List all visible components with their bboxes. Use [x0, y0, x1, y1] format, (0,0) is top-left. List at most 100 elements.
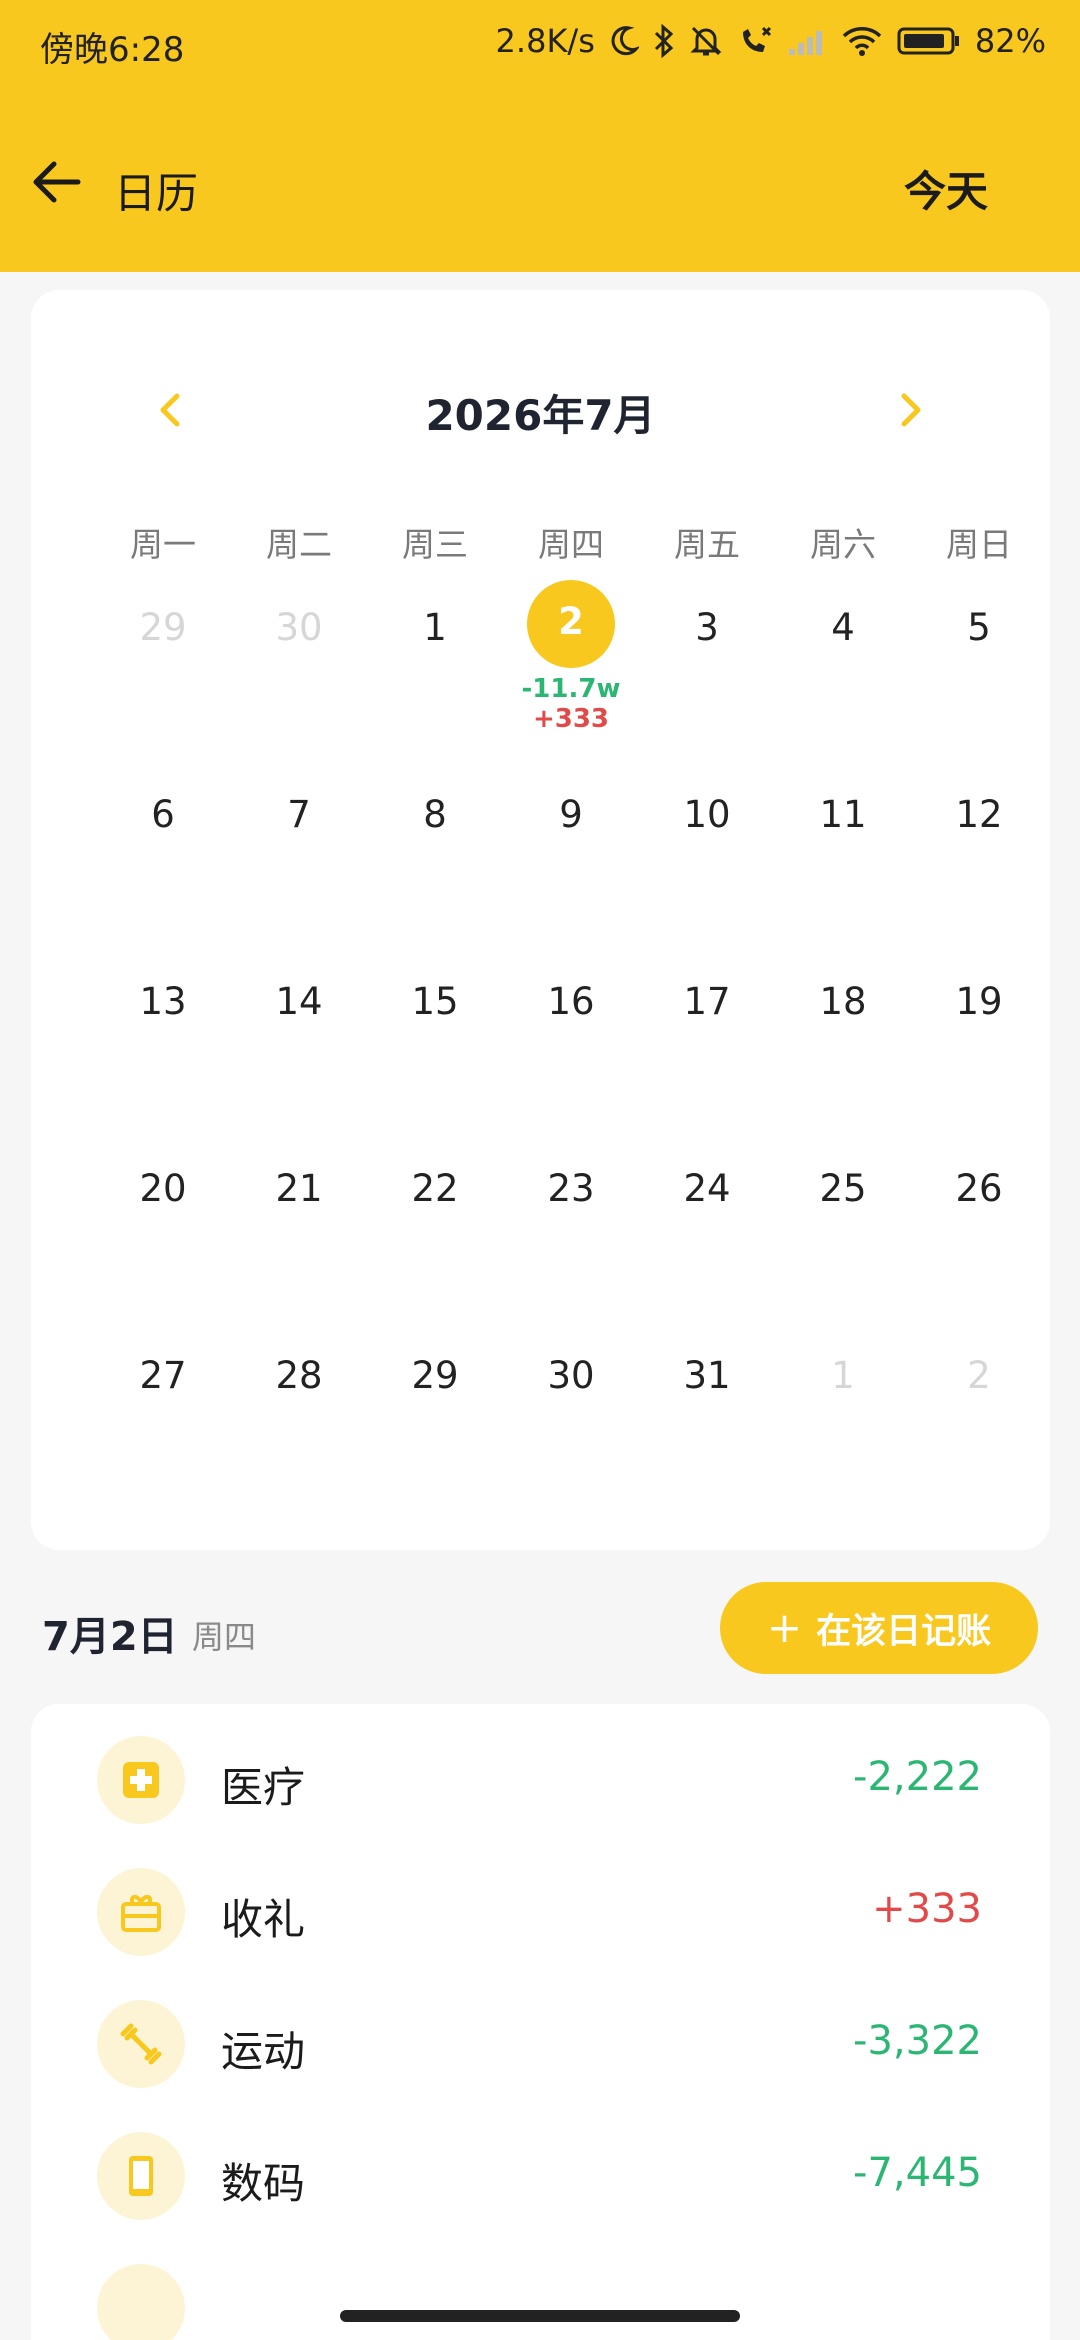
- record-amount: -2,222: [853, 1754, 982, 1800]
- gift-icon: [121, 1895, 161, 1932]
- app-header: 傍晚6:28 2.8K/s 82% 日历 今天: [0, 0, 1080, 272]
- list-item[interactable]: [31, 2252, 1050, 2340]
- phone-icon: [129, 2156, 153, 2196]
- back-arrow-icon[interactable]: [30, 156, 82, 208]
- calendar-day[interactable]: 12: [911, 767, 1047, 954]
- calendar-day-selected[interactable]: 2 -11.7w +333: [503, 580, 639, 767]
- day-number: 17: [683, 980, 731, 1023]
- selected-weekday: 周四: [192, 1618, 257, 1656]
- home-indicator[interactable]: [340, 2310, 740, 2322]
- weekday-label: 周二: [266, 525, 332, 564]
- calendar-day[interactable]: 22: [367, 1141, 503, 1328]
- calendar-day[interactable]: 30: [231, 580, 367, 767]
- day-number: 16: [547, 980, 595, 1023]
- record-amount: -7,445: [853, 2150, 982, 2196]
- day-number: 29: [411, 1354, 459, 1397]
- calendar-day[interactable]: 10: [639, 767, 775, 954]
- day-number: 7: [287, 793, 311, 836]
- calendar-day[interactable]: 11: [775, 767, 911, 954]
- calendar-day[interactable]: 8: [367, 767, 503, 954]
- calendar-day[interactable]: 1: [367, 580, 503, 767]
- day-income-total: +333: [532, 704, 610, 734]
- category-label: 运动: [221, 2027, 306, 2076]
- calendar-day[interactable]: 19: [911, 954, 1047, 1141]
- calendar-day[interactable]: 27: [95, 1328, 231, 1515]
- list-item[interactable]: 运动 -3,322: [31, 1988, 1050, 2098]
- battery-icon: [897, 27, 959, 55]
- calendar-day[interactable]: 28: [231, 1328, 367, 1515]
- calendar-day[interactable]: 14: [231, 954, 367, 1141]
- day-number: 29: [139, 606, 187, 649]
- selected-date: 7月2日: [42, 1614, 178, 1660]
- add-record-button[interactable]: + 在该日记账: [720, 1582, 1038, 1674]
- moon-icon: [611, 26, 639, 56]
- calendar-day[interactable]: 29: [95, 580, 231, 767]
- calendar-card: 2026年7月 周一 周二 周三 周四 周五 周六 周日 29 30 1 2 -11.7…: [31, 290, 1050, 1550]
- calendar-day[interactable]: 16: [503, 954, 639, 1141]
- day-number: 21: [275, 1167, 323, 1210]
- category-label: 收礼: [221, 1895, 306, 1944]
- calendar-day[interactable]: 31: [639, 1328, 775, 1515]
- day-number: 25: [819, 1167, 867, 1210]
- day-number: 2: [967, 1354, 991, 1397]
- calendar-day[interactable]: 5: [911, 580, 1047, 767]
- day-number: 19: [955, 980, 1003, 1023]
- battery-percent: 82%: [974, 22, 1046, 60]
- calendar-day[interactable]: 1: [775, 1328, 911, 1515]
- calendar-day[interactable]: 21: [231, 1141, 367, 1328]
- day-number: 14: [275, 980, 323, 1023]
- weekday-header: 周一 周二 周三 周四 周五 周六 周日: [95, 518, 1047, 566]
- status-icons: 2.8K/s 82%: [496, 22, 1046, 60]
- category-icon-bubble: [97, 2132, 185, 2220]
- day-number: 9: [559, 793, 583, 836]
- calendar-day[interactable]: 2: [911, 1328, 1047, 1515]
- calendar-day[interactable]: 17: [639, 954, 775, 1141]
- calendar-day[interactable]: 7: [231, 767, 367, 954]
- list-item[interactable]: 医疗 -2,222: [31, 1724, 1050, 1834]
- calendar-day[interactable]: 13: [95, 954, 231, 1141]
- records-list: 医疗 -2,222 收礼 +333 运动 -3,322 数码 -7,445: [31, 1704, 1050, 2340]
- day-number: 8: [423, 793, 447, 836]
- chevron-right-icon[interactable]: [890, 390, 930, 430]
- list-item[interactable]: 数码 -7,445: [31, 2120, 1050, 2230]
- category-icon-bubble: [97, 2000, 185, 2088]
- bell-off-icon: [690, 26, 722, 56]
- day-number: 10: [683, 793, 731, 836]
- page-title: 日历: [114, 169, 199, 218]
- day-number: 12: [955, 793, 1003, 836]
- calendar-day[interactable]: 15: [367, 954, 503, 1141]
- calendar-day[interactable]: 24: [639, 1141, 775, 1328]
- calendar-week-row: 20 21 22 23 24 25 26: [95, 1141, 1047, 1328]
- calendar-day[interactable]: 6: [95, 767, 231, 954]
- weekday-label: 周一: [130, 525, 196, 564]
- calendar-grid: 29 30 1 2 -11.7w +333 3 4 5 6 7 8 9 10 11 12 13 14 15 16 17 1…: [95, 580, 1047, 1515]
- weekday-label: 周四: [538, 525, 604, 564]
- calendar-day[interactable]: 23: [503, 1141, 639, 1328]
- calendar-day[interactable]: 30: [503, 1328, 639, 1515]
- list-item[interactable]: 收礼 +333: [31, 1856, 1050, 1966]
- calendar-day[interactable]: 4: [775, 580, 911, 767]
- calendar-week-row: 27 28 29 30 31 1 2: [95, 1328, 1047, 1515]
- day-number: 11: [819, 793, 867, 836]
- record-amount: +333: [872, 1886, 982, 1932]
- day-number: 1: [831, 1354, 855, 1397]
- calendar-day[interactable]: 25: [775, 1141, 911, 1328]
- day-number: 4: [831, 606, 855, 649]
- calendar-day[interactable]: 26: [911, 1141, 1047, 1328]
- calendar-day[interactable]: 9: [503, 767, 639, 954]
- calendar-day[interactable]: 3: [639, 580, 775, 767]
- calendar-week-row: 13 14 15 16 17 18 19: [95, 954, 1047, 1141]
- day-number: 30: [275, 606, 323, 649]
- category-icon-bubble: [97, 1868, 185, 1956]
- today-button[interactable]: 今天: [904, 158, 988, 219]
- day-number: 24: [683, 1167, 731, 1210]
- medical-icon: [123, 1762, 159, 1798]
- day-number: 1: [423, 606, 447, 649]
- calendar-day[interactable]: 18: [775, 954, 911, 1141]
- day-number: 20: [139, 1167, 187, 1210]
- day-number: 15: [411, 980, 459, 1023]
- category-label: 数码: [221, 2159, 306, 2208]
- calendar-day[interactable]: 20: [95, 1141, 231, 1328]
- calendar-day[interactable]: 29: [367, 1328, 503, 1515]
- day-number: 6: [151, 793, 175, 836]
